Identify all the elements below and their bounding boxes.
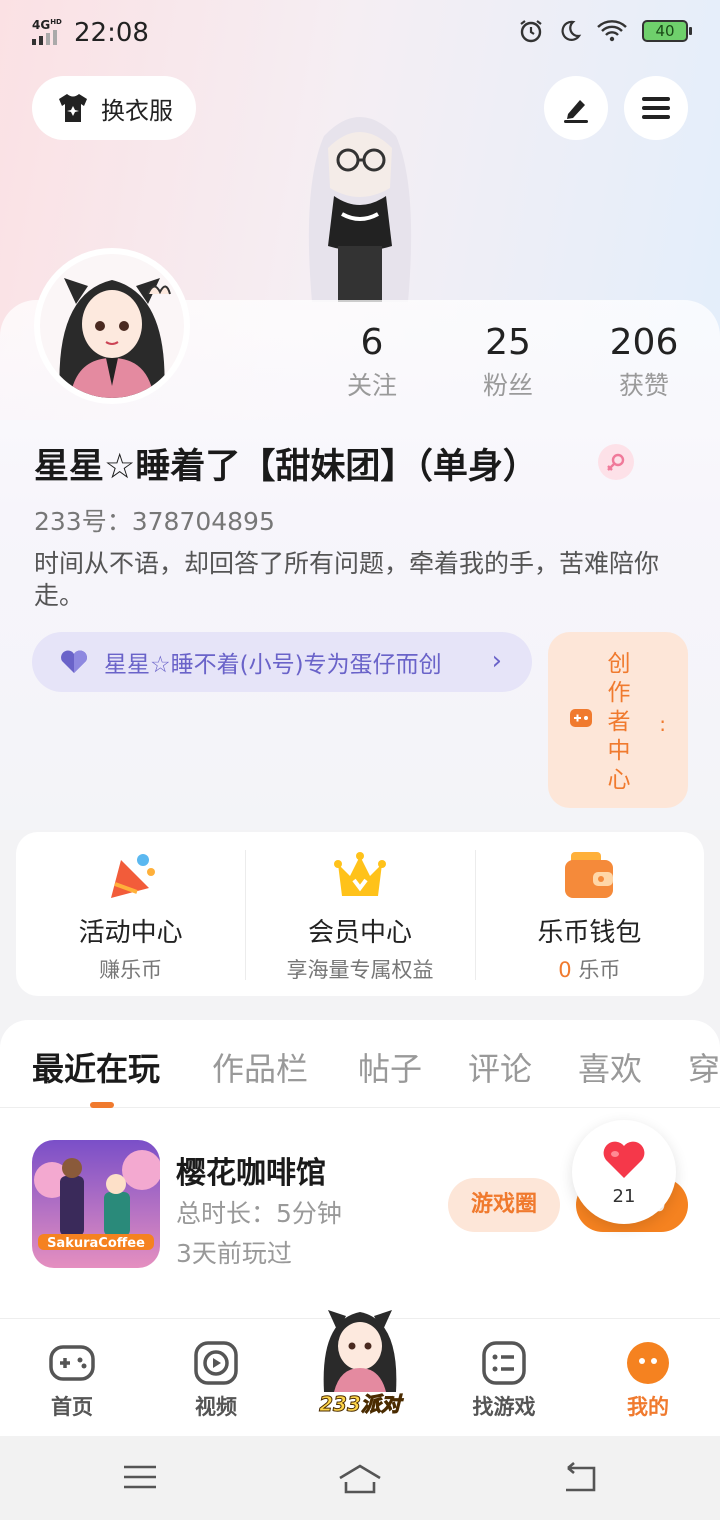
tab-recently-played[interactable]: 最近在玩: [32, 1044, 160, 1090]
nav-home[interactable]: 首页: [0, 1319, 144, 1437]
stat-followers-label: 粉丝: [482, 371, 533, 400]
party-avatar-icon: [323, 1310, 397, 1392]
wifi-icon: [597, 20, 627, 42]
tshirt-icon: [59, 94, 87, 122]
svg-text:SakuraCoffee: SakuraCoffee: [47, 1236, 145, 1251]
tab-outfits[interactable]: 穿: [688, 1044, 720, 1090]
coin-wallet-button[interactable]: 乐币钱包 0 乐币: [474, 832, 704, 996]
member-center-title: 会员中心: [307, 918, 412, 948]
status-bar: 4GHD 22:08 40: [0, 0, 720, 66]
stat-likes-value: 206: [609, 322, 679, 363]
crown-icon: [333, 852, 386, 896]
gamepad-icon: [570, 709, 592, 727]
nav-video[interactable]: 视频: [144, 1319, 288, 1437]
dress-up-button[interactable]: 换衣服: [32, 76, 196, 140]
party-popper-icon: [110, 854, 155, 898]
active-tab-indicator: [90, 1102, 114, 1108]
tab-posts[interactable]: 帖子: [358, 1044, 422, 1090]
list-item[interactable]: SakuraCoffee 樱花咖啡馆 总时长：5分钟 3天前玩过 游戏圈 0 2…: [0, 1120, 720, 1393]
status-time: 22:08: [74, 18, 149, 48]
coin-balance: 0: [558, 958, 572, 982]
nav-find-games[interactable]: 找游戏: [432, 1319, 576, 1437]
like-bubble[interactable]: 21: [572, 1120, 676, 1224]
nav-find-games-label: 找游戏: [472, 1395, 536, 1419]
user-id: 233号：378704895: [34, 507, 275, 536]
bio: 时间从不语，却回答了所有问题，牵着我的手，苦难陪你走。: [34, 549, 660, 610]
nav-mine-label: 我的: [627, 1395, 669, 1419]
home-icon[interactable]: [336, 1462, 384, 1496]
profile-tabs: 最近在玩 作品栏 帖子 评论 喜欢 穿: [0, 1020, 720, 1108]
stat-likes-label: 获赞: [618, 371, 669, 400]
coin-wallet-subtitle: 0 乐币: [475, 954, 704, 984]
game-last-played: 3天前玩过: [176, 1239, 292, 1268]
nav-party-label: 233派对: [319, 1392, 402, 1417]
stat-following-value: 6: [360, 322, 384, 363]
nickname: 星星☆睡着了【甜妹团】（单身）: [34, 447, 538, 487]
battery-indicator: 40: [642, 20, 692, 42]
stat-followers[interactable]: 25 粉丝: [448, 320, 568, 406]
linked-account-badge[interactable]: 星星☆睡不着(小号)专为蛋仔而创 ›: [32, 632, 532, 692]
pen-icon: [564, 100, 588, 123]
heart-icon: [603, 1141, 645, 1178]
creator-center-label: 创作者中心: [607, 651, 631, 793]
list-icon: [482, 1341, 526, 1385]
stat-likes[interactable]: 206 获赞: [584, 320, 704, 406]
moon-icon: [561, 20, 582, 41]
nav-party[interactable]: 233派对: [300, 1296, 420, 1420]
menu-button[interactable]: [624, 76, 688, 140]
female-gender-icon: [598, 444, 634, 480]
activity-center-subtitle: 赚乐币: [99, 958, 163, 982]
network-indicator: 4GHD: [32, 18, 62, 32]
recent-apps-icon[interactable]: [122, 1462, 158, 1492]
creator-center-button[interactable]: 创作者中心 :: [548, 632, 688, 808]
quick-actions-panel: 活动中心 赚乐币 会员中心 享海量专属权益 乐币钱包 0 乐币: [16, 832, 704, 996]
stat-following-label: 关注: [346, 371, 397, 400]
signal-bars-icon: [32, 30, 57, 45]
tab-likes[interactable]: 喜欢: [578, 1044, 642, 1090]
hamburger-icon: [642, 97, 670, 119]
heart-icon: [61, 650, 87, 673]
game-thumbnail: SakuraCoffee: [32, 1140, 160, 1268]
avatar-image: [40, 254, 184, 398]
activity-center-button[interactable]: 活动中心 赚乐币: [16, 832, 245, 996]
member-center-button[interactable]: 会员中心 享海量专属权益: [245, 832, 474, 996]
edit-profile-button[interactable]: [544, 76, 608, 140]
game-title: 樱花咖啡馆: [176, 1156, 326, 1191]
tab-works[interactable]: 作品栏: [212, 1044, 308, 1090]
wallet-icon: [565, 852, 614, 898]
system-navigation-bar: [0, 1436, 720, 1520]
linked-account-text: 星星☆睡不着(小号)专为蛋仔而创: [104, 652, 442, 678]
coin-wallet-title: 乐币钱包: [537, 918, 642, 948]
nav-video-label: 视频: [195, 1395, 237, 1419]
coin-unit: 乐币: [571, 958, 621, 982]
more-dots-icon: :: [659, 712, 666, 736]
tab-comments[interactable]: 评论: [468, 1044, 532, 1090]
play-icon: [194, 1341, 238, 1385]
like-count: 21: [612, 1186, 636, 1207]
game-play-duration: 总时长：5分钟: [176, 1199, 342, 1228]
back-icon[interactable]: [560, 1462, 598, 1494]
nav-home-label: 首页: [51, 1395, 93, 1419]
gamepad-icon: [49, 1345, 95, 1381]
avatar-character-figure[interactable]: [272, 96, 448, 302]
stat-followers-value: 25: [485, 322, 531, 363]
nav-mine[interactable]: 我的: [576, 1319, 720, 1437]
face-icon: [627, 1342, 669, 1384]
alarm-icon: [520, 20, 542, 43]
stat-following[interactable]: 6 关注: [312, 320, 432, 406]
member-center-subtitle: 享海量专属权益: [286, 958, 434, 982]
game-circle-button[interactable]: 游戏圈: [448, 1178, 560, 1232]
dress-up-label: 换衣服: [101, 96, 173, 125]
avatar[interactable]: [34, 248, 190, 404]
activity-center-title: 活动中心: [78, 918, 183, 948]
chevron-right-icon: ›: [491, 646, 502, 676]
